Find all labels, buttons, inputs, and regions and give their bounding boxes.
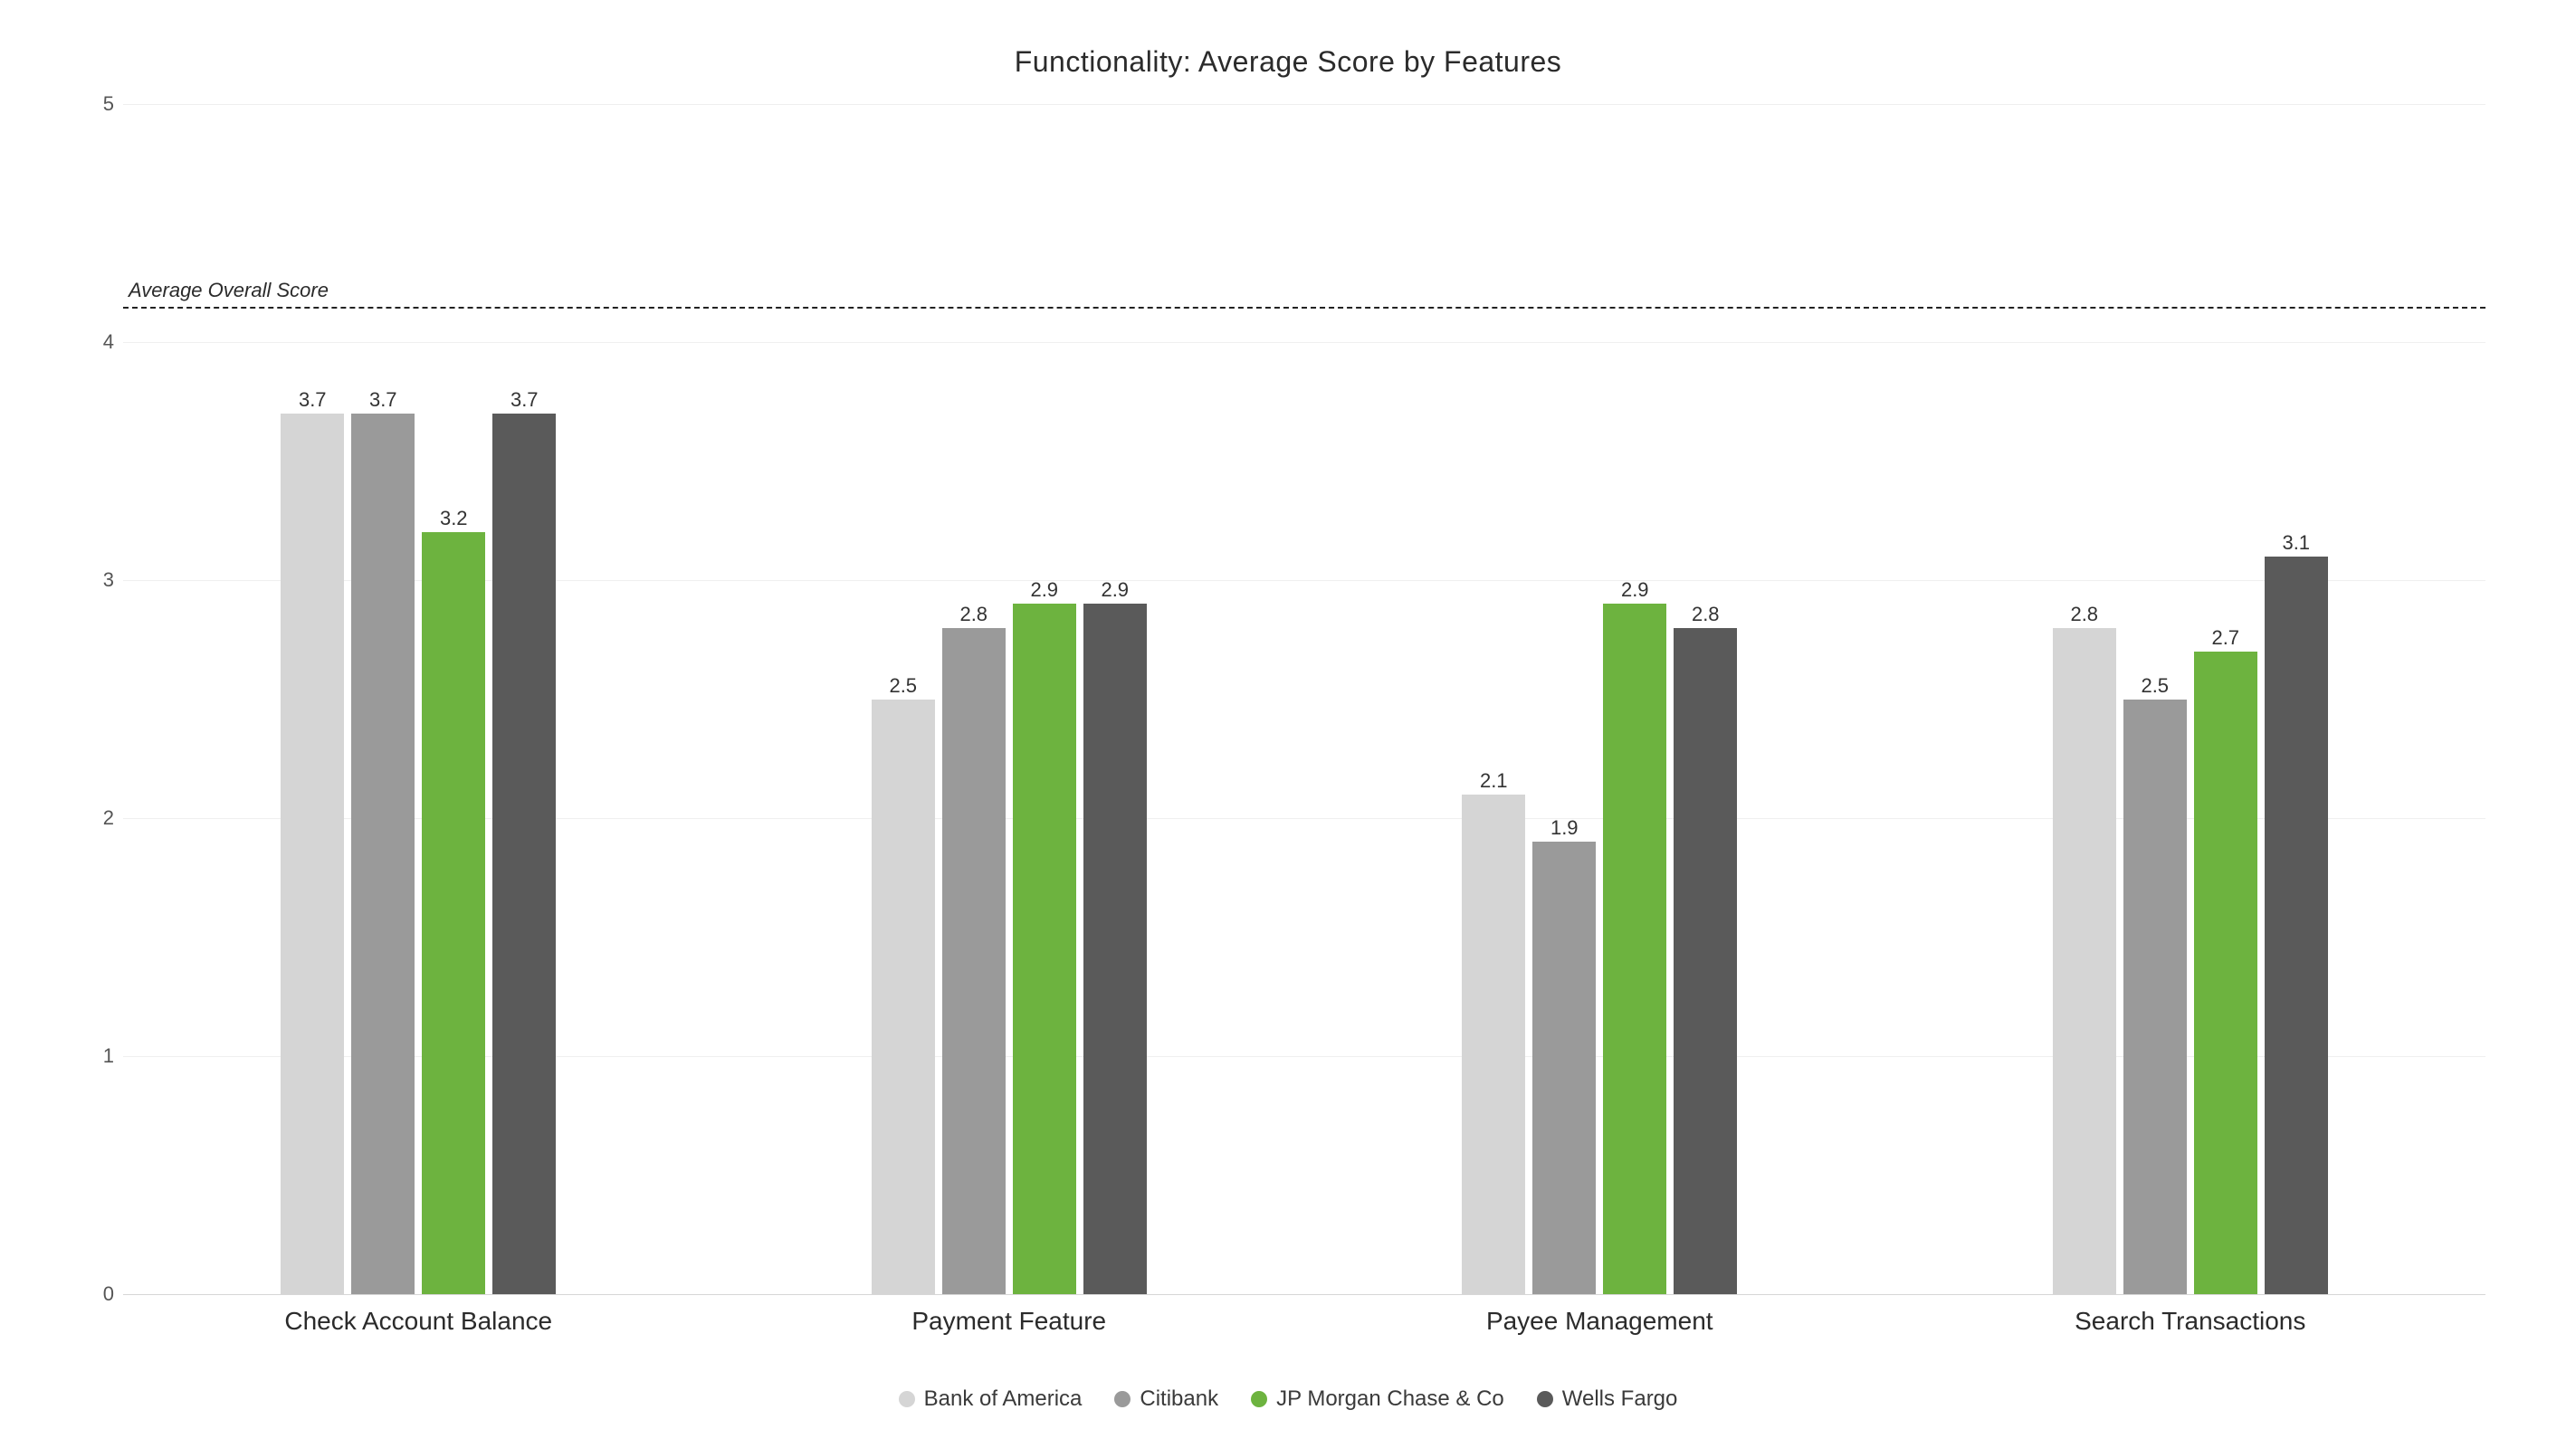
legend-label: Citibank [1140,1386,1218,1412]
legend-item: Wells Fargo [1537,1386,1678,1412]
legend: Bank of America Citibank JP Morgan Chase &… [81,1386,2495,1412]
legend-label: Wells Fargo [1562,1386,1678,1412]
overlay: Average Overall Score [123,104,2485,1294]
x-category-label: Payee Management [1304,1307,1895,1336]
gridline [123,1294,2485,1295]
legend-swatch [899,1391,915,1407]
legend-swatch [1114,1391,1131,1407]
average-overall-line [123,307,2485,309]
average-overall-label: Average Overall Score [129,278,329,301]
legend-swatch [1537,1391,1553,1407]
y-tick-label: 3 [81,568,114,592]
x-category-label: Search Transactions [1895,1307,2486,1336]
chart-container: Functionality: Average Score by Features… [0,0,2576,1448]
x-axis: Check Account BalancePayment FeaturePaye… [123,1307,2485,1336]
y-tick-label: 5 [81,92,114,116]
y-tick-label: 1 [81,1044,114,1068]
legend-item: JP Morgan Chase & Co [1251,1386,1504,1412]
y-tick-label: 0 [81,1282,114,1306]
chart-title: Functionality: Average Score by Features [81,45,2495,79]
y-tick-label: 4 [81,330,114,354]
plot-area: 012345 3.73.73.23.72.52.82.92.92.11.92.9… [123,104,2485,1294]
x-category-label: Check Account Balance [123,1307,714,1336]
legend-label: Bank of America [924,1386,1083,1412]
x-category-label: Payment Feature [714,1307,1305,1336]
legend-item: Bank of America [899,1386,1083,1412]
legend-label: JP Morgan Chase & Co [1276,1386,1504,1412]
y-tick-label: 2 [81,806,114,830]
legend-item: Citibank [1114,1386,1218,1412]
legend-swatch [1251,1391,1267,1407]
